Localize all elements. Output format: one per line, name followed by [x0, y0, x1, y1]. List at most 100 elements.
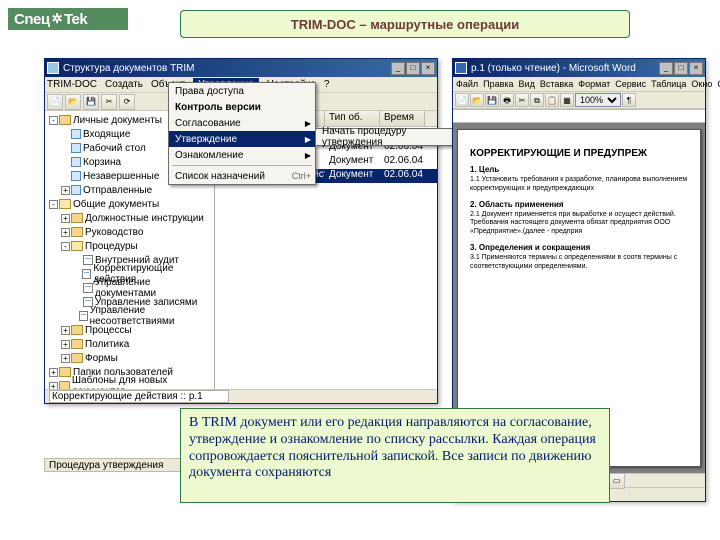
tree-item[interactable]: +Формы	[45, 351, 214, 365]
tool-open-icon[interactable]: 📂	[65, 94, 81, 110]
folder-icon	[71, 213, 83, 223]
submenu-arrow-icon: ▶	[305, 151, 311, 160]
tool-new-icon[interactable]: 📄	[47, 94, 63, 110]
tree-spacer	[61, 172, 70, 181]
tree-item[interactable]: +Отправленные	[45, 183, 214, 197]
collapse-icon[interactable]: -	[49, 116, 58, 125]
mailbox-icon	[71, 157, 81, 167]
folder-icon	[71, 241, 83, 251]
tree-label: Политика	[85, 339, 129, 350]
filter-input[interactable]	[49, 390, 229, 403]
menu-label: Контроль версии	[175, 102, 261, 113]
folder-icon	[71, 325, 83, 335]
folder-icon	[71, 353, 83, 363]
tree-item[interactable]: -Процедуры	[45, 239, 214, 253]
submenu-arrow-icon: ▶	[305, 135, 311, 144]
col-date[interactable]: Время	[380, 111, 425, 126]
doc-sec1-text: 1.1 Установить требования к разработке, …	[470, 176, 692, 194]
tool-refresh-icon[interactable]: ⟳	[119, 94, 135, 110]
menu-item[interactable]: Контроль версии	[169, 99, 315, 115]
word-menu-table[interactable]: Таблица	[651, 79, 686, 89]
slide-title-text: TRIM-DOC – маршрутные операции	[291, 17, 519, 32]
minimize-button[interactable]: _	[391, 62, 405, 75]
folder-icon	[59, 381, 70, 389]
close-button[interactable]: ×	[421, 62, 435, 75]
word-menu-file[interactable]: Файл	[456, 79, 478, 89]
word-min-button[interactable]: _	[659, 62, 673, 75]
word-cut-icon[interactable]: ✂	[515, 93, 529, 107]
doc-sec3-title: 3. Определения и сокращения	[470, 243, 692, 252]
menu-label: Ознакомление	[175, 150, 243, 161]
word-menubar[interactable]: Файл Правка Вид Вставка Формат Сервис Та…	[453, 77, 705, 92]
menu-item[interactable]: Утверждение▶	[169, 131, 315, 147]
menu-item[interactable]: Права доступа	[169, 83, 315, 99]
col-type[interactable]: Тип об.	[325, 111, 380, 126]
tree-item[interactable]: + Должностные инструкции	[45, 211, 214, 225]
word-ruler[interactable]	[453, 109, 705, 123]
word-open-icon[interactable]: 📂	[470, 93, 484, 107]
menu-item[interactable]: Согласование▶	[169, 115, 315, 131]
folder-icon	[59, 199, 71, 209]
word-paragraph-icon[interactable]: ¶	[622, 93, 636, 107]
tree-item[interactable]: +Руководство	[45, 225, 214, 239]
doc-heading: КОРРЕКТИРУЮЩИЕ И ПРЕДУПРЕЖ	[470, 148, 692, 159]
word-table-icon[interactable]: ▦	[560, 93, 574, 107]
word-new-icon[interactable]: 📄	[455, 93, 469, 107]
tree-label: Должностные инструкции	[85, 213, 204, 224]
expand-icon[interactable]: +	[61, 354, 70, 363]
trim-titlebar[interactable]: Структура документов TRIM _ □ ×	[45, 59, 437, 77]
word-menu-insert[interactable]: Вставка	[540, 79, 573, 89]
explanation-text: В TRIM документ или его редакция направл…	[189, 415, 596, 480]
tree-item[interactable]: -Общие документы	[45, 197, 214, 211]
expand-icon[interactable]: +	[49, 368, 58, 377]
menu-item[interactable]: Ознакомление ▶	[169, 147, 315, 163]
maximize-button[interactable]: □	[406, 62, 420, 75]
trim-status-text: Процедура утверждения	[49, 460, 163, 471]
folder-icon	[71, 339, 83, 349]
expand-icon[interactable]: +	[61, 214, 70, 223]
word-menu-view[interactable]: Вид	[519, 79, 535, 89]
word-copy-icon[interactable]: ⧉	[530, 93, 544, 107]
word-paste-icon[interactable]: 📋	[545, 93, 559, 107]
word-titlebar[interactable]: р.1 (только чтение) - Microsoft Word _ □…	[453, 59, 705, 77]
word-save-icon[interactable]: 💾	[485, 93, 499, 107]
tree-item[interactable]: Управление документами	[45, 281, 214, 295]
expand-icon[interactable]: +	[49, 382, 58, 390]
word-menu-window[interactable]: Окно	[691, 79, 712, 89]
menu-trimdoc[interactable]: TRIM-DOC	[47, 79, 97, 90]
document-icon	[83, 283, 93, 293]
app-icon	[47, 62, 59, 74]
word-title-text: р.1 (только чтение) - Microsoft Word	[471, 63, 636, 74]
manage-dropdown[interactable]: Права доступа Контроль версии Согласование…	[168, 82, 316, 185]
word-zoom[interactable]: 100%	[575, 93, 621, 107]
collapse-icon[interactable]: -	[61, 242, 70, 251]
tree-item[interactable]: + Политика	[45, 337, 214, 351]
word-max-button[interactable]: □	[674, 62, 688, 75]
tool-save-icon[interactable]: 💾	[83, 94, 99, 110]
expand-icon[interactable]: +	[61, 340, 70, 349]
expand-icon[interactable]: +	[61, 228, 70, 237]
expand-icon[interactable]: +	[61, 186, 70, 195]
folder-icon	[71, 227, 83, 237]
expand-icon[interactable]: +	[61, 326, 70, 335]
tool-cut-icon[interactable]: ✂	[101, 94, 117, 110]
word-menu-edit[interactable]: Правка	[483, 79, 513, 89]
submenu-arrow-icon: ▶	[305, 119, 311, 128]
tree-spacer	[73, 284, 82, 293]
word-close-button[interactable]: ×	[689, 62, 703, 75]
menu-help[interactable]: ?	[324, 79, 330, 90]
menu-separator	[172, 165, 312, 166]
logo: Сnец ✲ Tek	[8, 8, 128, 30]
menu-item[interactable]: Список назначенийCtrl+	[169, 168, 315, 184]
tree-item[interactable]: Управление несоответствиями	[45, 309, 214, 323]
rect-icon[interactable]: ▭	[609, 473, 625, 489]
word-menu-format[interactable]: Формат	[578, 79, 610, 89]
document-icon	[82, 269, 92, 279]
word-print-icon[interactable]: 🖶	[500, 93, 514, 107]
mailbox-icon	[71, 143, 81, 153]
tree-item[interactable]: +Шаблоны для новых документов	[45, 379, 214, 389]
collapse-icon[interactable]: -	[49, 200, 58, 209]
menu-create[interactable]: Создать	[105, 79, 143, 90]
word-menu-tools[interactable]: Сервис	[615, 79, 646, 89]
tree-spacer	[73, 256, 82, 265]
